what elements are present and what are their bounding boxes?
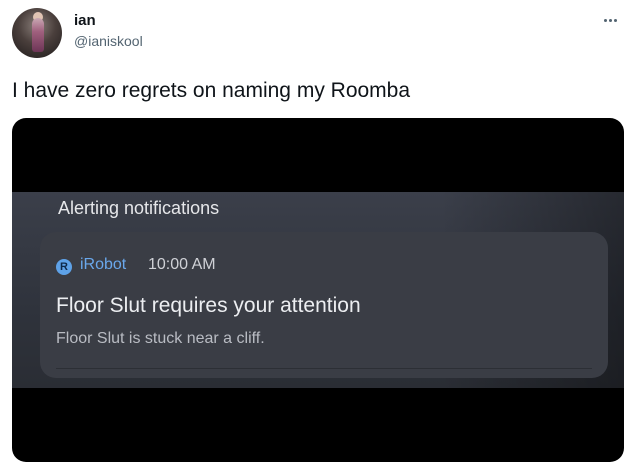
avatar-figure	[32, 18, 44, 52]
more-horizontal-icon	[608, 18, 612, 22]
more-horizontal-icon	[613, 18, 617, 22]
avatar[interactable]	[12, 8, 62, 58]
irobot-logo-icon: R	[56, 259, 72, 275]
notification-card: R iRobot 10:00 AM Floor Slut requires yo…	[40, 232, 608, 378]
more-options-button[interactable]	[598, 10, 622, 30]
notification-time: 10:00 AM	[148, 256, 216, 273]
user-handle[interactable]: @ianiskool	[74, 31, 143, 51]
tweet-text: I have zero regrets on naming my Roomba	[12, 79, 411, 102]
notification-title: Floor Slut requires your attention	[56, 294, 361, 317]
tweet-image[interactable]: Alerting notifications R iRobot 10:00 AM…	[12, 118, 624, 462]
user-names: ian @ianiskool	[74, 11, 143, 51]
tweet-header: ian @ianiskool	[12, 8, 628, 58]
more-horizontal-icon	[603, 18, 607, 22]
divider	[56, 368, 592, 369]
section-title: Alerting notifications	[58, 198, 220, 218]
display-name[interactable]: ian	[74, 11, 143, 31]
app-name: iRobot	[80, 256, 127, 273]
notification-body: Floor Slut is stuck near a cliff.	[56, 330, 265, 347]
